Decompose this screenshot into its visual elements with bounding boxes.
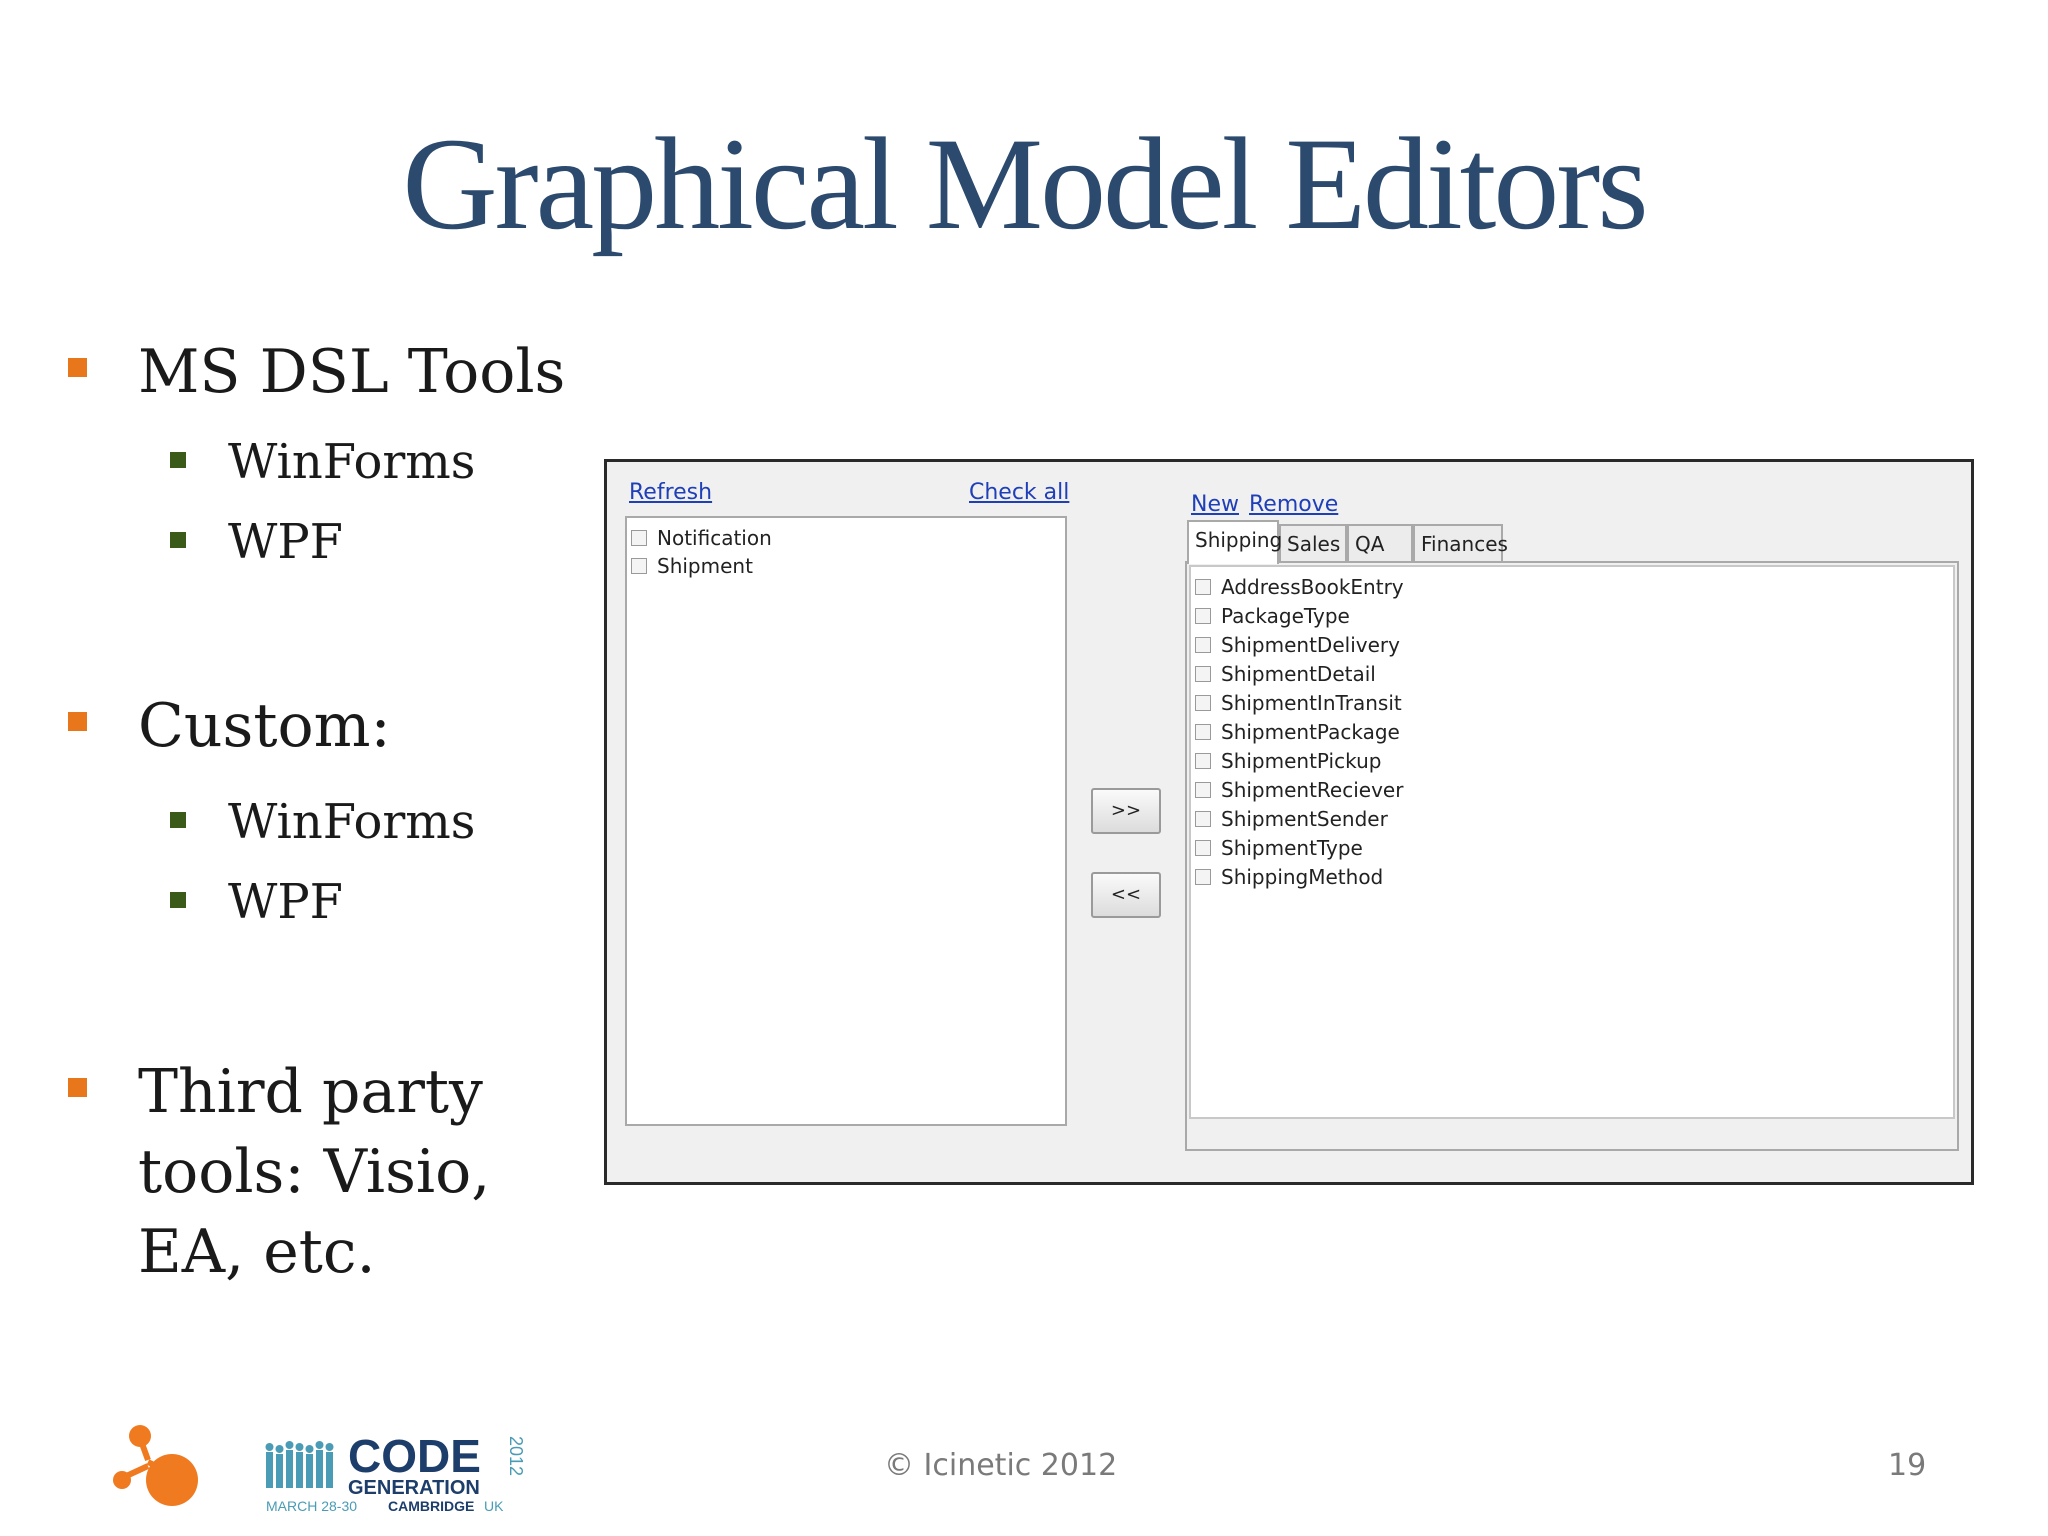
item-checkbox[interactable] xyxy=(1195,608,1211,624)
item-checkbox[interactable] xyxy=(1195,666,1211,682)
list-item[interactable]: ShipmentPickup xyxy=(1195,747,1381,775)
item-checkbox[interactable] xyxy=(631,558,647,574)
code-generation-logo: CODE GENERATION MARCH 28-30 CAMBRIDGE UK… xyxy=(265,1432,526,1514)
tab-qa[interactable]: QA xyxy=(1347,524,1413,562)
item-checkbox[interactable] xyxy=(1195,753,1211,769)
list-item[interactable]: ShipmentDetail xyxy=(1195,660,1376,688)
item-checkbox[interactable] xyxy=(1195,579,1211,595)
bullet-third-party-line1: Third party xyxy=(138,1057,483,1127)
bullet-custom: Custom: xyxy=(138,691,391,761)
sub-bullet-winforms: WinForms xyxy=(228,794,476,850)
list-item[interactable]: ShipmentReciever xyxy=(1195,776,1403,804)
svg-text:UK: UK xyxy=(484,1498,504,1514)
item-checkbox[interactable] xyxy=(1195,840,1211,856)
list-item[interactable]: ShipmentInTransit xyxy=(1195,689,1402,717)
list-item[interactable]: ShippingMethod xyxy=(1195,863,1383,891)
tab-shipping[interactable]: Shipping xyxy=(1187,520,1282,564)
list-item[interactable]: ShipmentPackage xyxy=(1195,718,1400,746)
remove-link[interactable]: Remove xyxy=(1249,492,1338,517)
svg-text:2012: 2012 xyxy=(506,1436,526,1476)
check-all-link[interactable]: Check all xyxy=(969,480,1069,505)
editor-screenshot: Refresh Check all Notification Shipment … xyxy=(604,459,1974,1185)
svg-text:CAMBRIDGE: CAMBRIDGE xyxy=(388,1498,474,1514)
move-left-button[interactable]: << xyxy=(1091,872,1161,918)
new-link[interactable]: New xyxy=(1191,492,1239,517)
sub-bullet-wpf: WPF xyxy=(228,514,343,570)
sub-bullet-winforms: WinForms xyxy=(228,434,476,490)
refresh-link[interactable]: Refresh xyxy=(629,480,712,505)
list-item[interactable]: Notification xyxy=(631,524,772,552)
people-silhouettes-icon xyxy=(265,1441,334,1488)
slide-title: Graphical Model Editors xyxy=(402,110,1648,257)
bullet-marker xyxy=(68,712,87,731)
bullet-third-party-line3: EA, etc. xyxy=(138,1217,376,1287)
list-item[interactable]: AddressBookEntry xyxy=(1195,573,1404,601)
page-number: 19 xyxy=(1888,1448,1927,1483)
shipping-items-list[interactable]: AddressBookEntry PackageType ShipmentDel… xyxy=(1189,565,1955,1119)
bullet-ms-dsl-tools: MS DSL Tools xyxy=(138,337,566,407)
icinetic-logo-icon xyxy=(113,1425,198,1506)
tab-sales[interactable]: Sales xyxy=(1279,524,1347,562)
list-item[interactable]: ShipmentSender xyxy=(1195,805,1388,833)
item-checkbox[interactable] xyxy=(1195,782,1211,798)
item-checkbox[interactable] xyxy=(1195,811,1211,827)
list-item[interactable]: ShipmentType xyxy=(1195,834,1363,862)
list-item[interactable]: ShipmentDelivery xyxy=(1195,631,1400,659)
tab-panel-shipping: AddressBookEntry PackageType ShipmentDel… xyxy=(1185,561,1959,1151)
item-checkbox[interactable] xyxy=(1195,869,1211,885)
move-right-button[interactable]: >> xyxy=(1091,788,1161,834)
copyright-text: © Icinetic 2012 xyxy=(884,1448,1118,1483)
tab-finances[interactable]: Finances xyxy=(1413,524,1508,562)
item-checkbox[interactable] xyxy=(1195,695,1211,711)
svg-text:CODE: CODE xyxy=(348,1432,481,1482)
bullet-marker xyxy=(68,1078,87,1097)
sub-bullet-marker xyxy=(170,892,186,908)
svg-text:GENERATION: GENERATION xyxy=(348,1477,480,1499)
sub-bullet-wpf: WPF xyxy=(228,874,343,930)
item-checkbox[interactable] xyxy=(1195,724,1211,740)
available-items-list[interactable]: Notification Shipment xyxy=(625,516,1067,1126)
item-checkbox[interactable] xyxy=(1195,637,1211,653)
bullet-marker xyxy=(68,358,87,377)
list-item[interactable]: PackageType xyxy=(1195,602,1350,630)
sub-bullet-marker xyxy=(170,812,186,828)
item-checkbox[interactable] xyxy=(631,530,647,546)
sub-bullet-marker xyxy=(170,532,186,548)
sub-bullet-marker xyxy=(170,452,186,468)
list-item[interactable]: Shipment xyxy=(631,552,753,580)
bullet-third-party-line2: tools: Visio, xyxy=(138,1137,491,1207)
svg-text:MARCH 28-30: MARCH 28-30 xyxy=(266,1498,357,1514)
